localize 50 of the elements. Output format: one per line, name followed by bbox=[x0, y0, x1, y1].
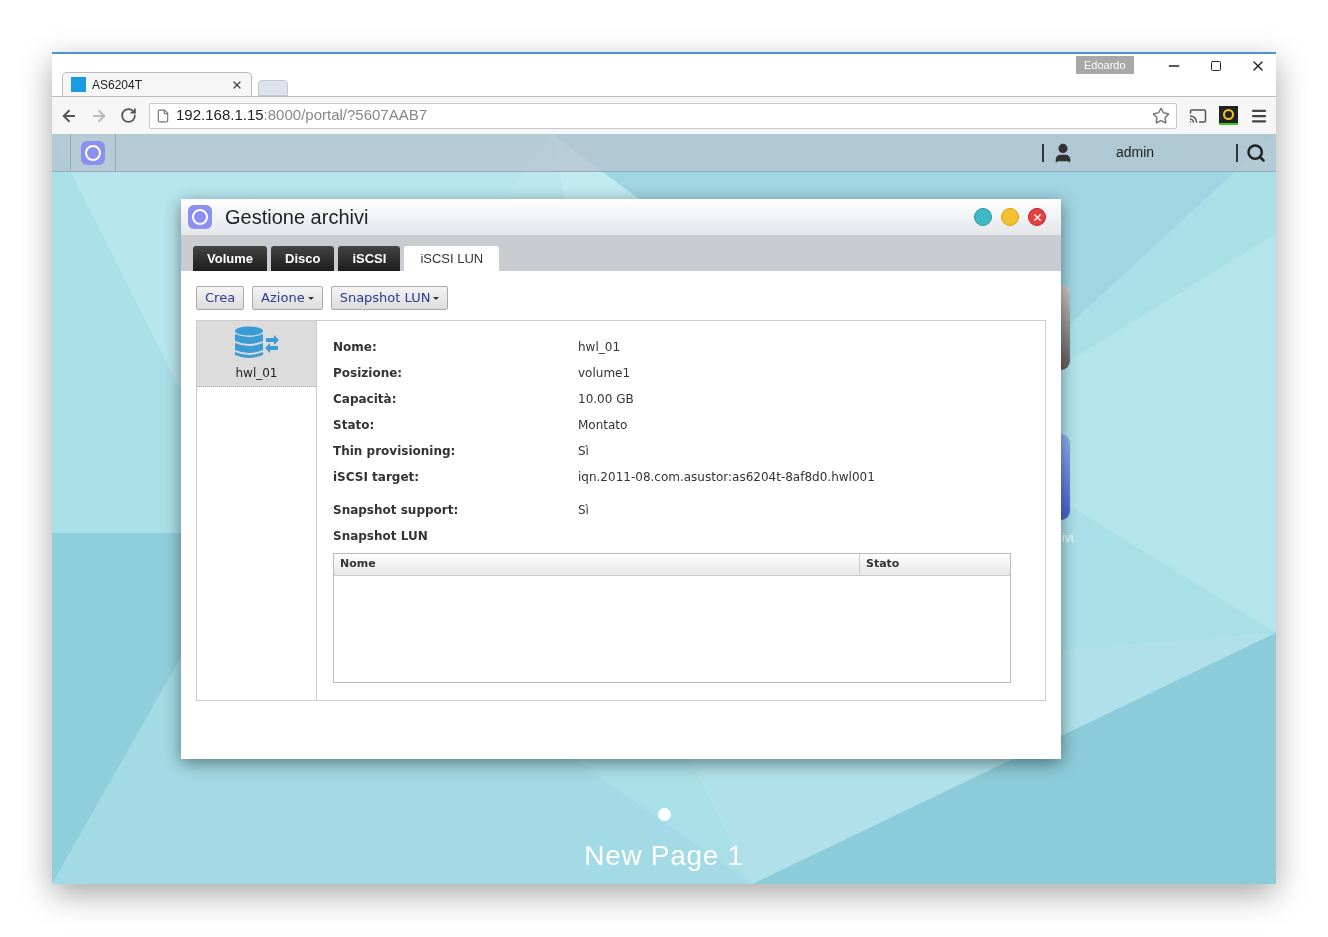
column-header[interactable]: Stato bbox=[860, 554, 1010, 575]
url-text: 192.168.1.15:8000/portal/?5607AAB7 bbox=[176, 105, 428, 126]
detail-label: iSCSI target: bbox=[333, 469, 421, 486]
launcher-button[interactable] bbox=[70, 134, 116, 172]
favicon-icon bbox=[71, 77, 86, 92]
detail-label: Thin provisioning: bbox=[333, 443, 457, 460]
maximize-icon[interactable] bbox=[1210, 60, 1222, 72]
detail-label: Snapshot support: bbox=[333, 502, 460, 519]
toolbar-button[interactable]: Snapshot LUN bbox=[330, 286, 449, 310]
close-button[interactable] bbox=[1028, 208, 1046, 226]
detail-value: Montato bbox=[578, 417, 628, 434]
search-icon[interactable] bbox=[1246, 142, 1266, 163]
lun-item[interactable]: hwl_01 bbox=[197, 321, 316, 387]
detail-value: Sì bbox=[578, 502, 589, 519]
detail-label: Stato: bbox=[333, 417, 376, 434]
detail-value: hwl_01 bbox=[578, 339, 621, 356]
page-icon bbox=[156, 108, 170, 123]
address-bar[interactable]: 192.168.1.15:8000/portal/?5607AAB7 bbox=[149, 102, 1177, 129]
database-icon bbox=[233, 325, 280, 360]
app-icon[interactable] bbox=[1061, 284, 1070, 370]
app-logo-icon bbox=[188, 205, 212, 229]
section-heading: Snapshot LUN bbox=[333, 528, 429, 543]
detail-value: iqn.2011-08.com.asustor:as6204t-8af8d0.hwl001 bbox=[578, 469, 875, 486]
lun-name: hwl_01 bbox=[235, 364, 278, 382]
tab[interactable]: iSCSI bbox=[338, 246, 401, 271]
tab[interactable]: iSCSI LUN bbox=[404, 246, 500, 271]
tab-title: AS6204T bbox=[92, 76, 143, 94]
detail-label: Nome: bbox=[333, 339, 378, 356]
cast-icon[interactable] bbox=[1189, 106, 1207, 125]
detail-label: Posizione: bbox=[333, 365, 404, 382]
app-icon[interactable] bbox=[1061, 434, 1070, 520]
tab[interactable]: Volume bbox=[193, 246, 267, 271]
browser-tab[interactable]: AS6204T bbox=[62, 72, 252, 96]
detail-label: Capacità: bbox=[333, 391, 398, 408]
star-icon[interactable] bbox=[1152, 106, 1170, 125]
reload-icon[interactable] bbox=[120, 107, 137, 124]
user-name[interactable]: admin bbox=[1116, 142, 1236, 163]
tab[interactable]: Disco bbox=[271, 246, 335, 271]
toolbar-button[interactable]: Crea bbox=[196, 286, 245, 310]
window-title: Gestione archivi bbox=[225, 205, 369, 230]
detail-value: volume1 bbox=[578, 365, 631, 382]
close-icon bbox=[1031, 211, 1043, 223]
detail-value: 10.00 GB bbox=[578, 391, 634, 408]
page-label: New Page 1 bbox=[584, 839, 744, 873]
help-button[interactable] bbox=[974, 208, 992, 226]
app-icon-label: ivi bbox=[1062, 530, 1074, 547]
toolbar-button[interactable]: Azione bbox=[252, 286, 323, 310]
column-header[interactable]: Nome bbox=[334, 554, 860, 575]
detail-value: Sì bbox=[578, 443, 589, 460]
extension-icon[interactable] bbox=[1219, 106, 1238, 125]
